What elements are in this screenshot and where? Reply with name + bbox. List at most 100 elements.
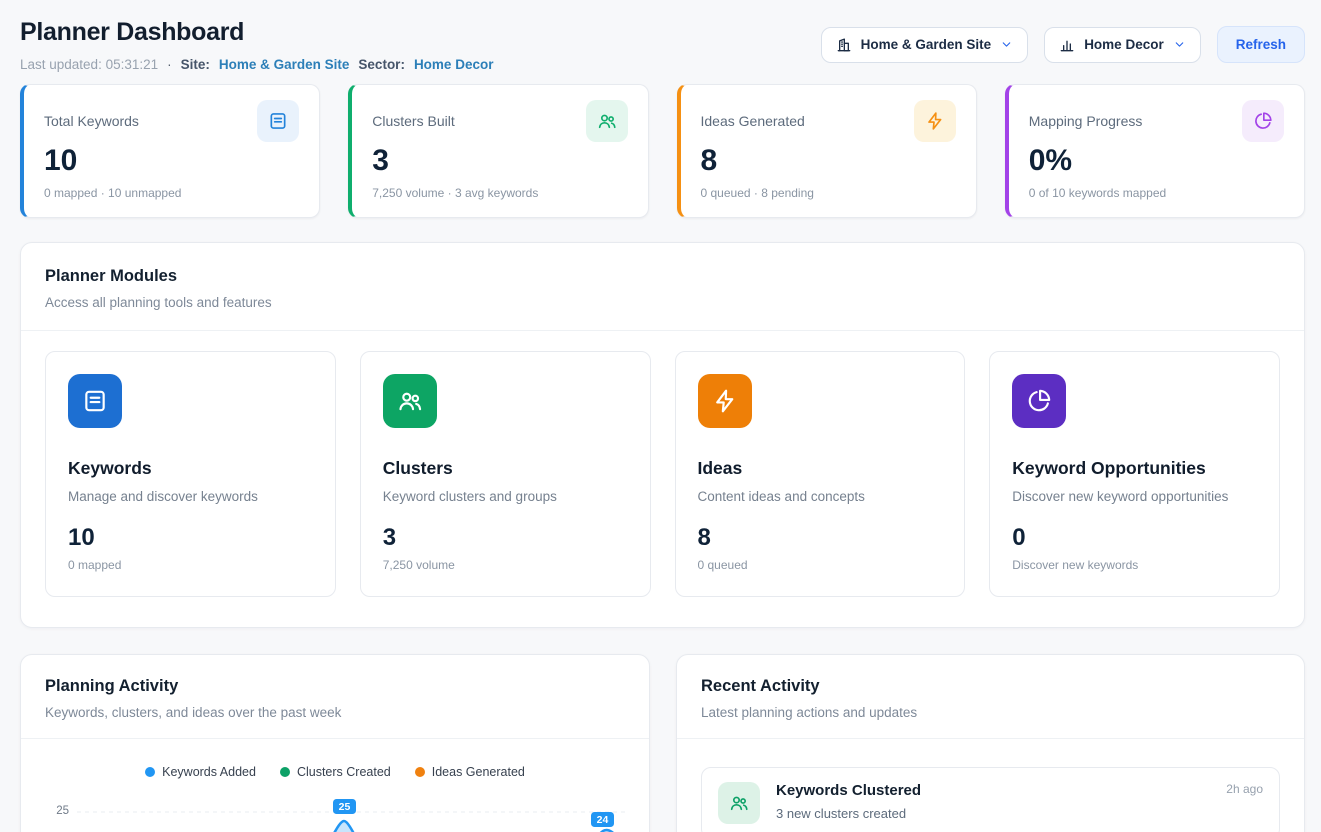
stat-label: Total Keywords xyxy=(44,113,139,129)
last-updated-text: Last updated: 05:31:21 xyxy=(20,57,158,72)
activity-item-description: 3 new clusters created xyxy=(776,806,1263,821)
module-description: Content ideas and concepts xyxy=(698,489,943,504)
lightning-icon xyxy=(698,374,752,428)
module-description: Keyword clusters and groups xyxy=(383,489,628,504)
legend-item-ideas-generated: Ideas Generated xyxy=(415,765,525,779)
module-title: Keywords xyxy=(68,458,313,479)
sector-link[interactable]: Home Decor xyxy=(414,57,494,72)
planning-activity-header: Planning Activity Keywords, clusters, an… xyxy=(21,655,649,739)
module-detail: Discover new keywords xyxy=(1012,558,1257,572)
module-detail: 7,250 volume xyxy=(383,558,628,572)
header-meta: Last updated: 05:31:21 · Site: Home & Ga… xyxy=(20,57,493,72)
stat-label: Clusters Built xyxy=(372,113,454,129)
svg-text:25: 25 xyxy=(339,801,351,813)
module-cards-grid: Keywords Manage and discover keywords 10… xyxy=(21,331,1304,627)
module-title: Clusters xyxy=(383,458,628,479)
file-text-icon xyxy=(68,374,122,428)
header-left: Planner Dashboard Last updated: 05:31:21… xyxy=(20,18,493,72)
stat-card-total-keywords: Total Keywords 10 0 mapped · 10 unmapped xyxy=(20,84,320,218)
point-label-badge: 24 xyxy=(591,812,614,827)
recent-activity-subtitle: Latest planning actions and updates xyxy=(701,705,1280,720)
sector-selector-label: Home Decor xyxy=(1084,37,1164,52)
module-card-ideas[interactable]: Ideas Content ideas and concepts 8 0 que… xyxy=(675,351,966,597)
area-line xyxy=(77,821,625,832)
site-selector-dropdown[interactable]: Home & Garden Site xyxy=(821,27,1029,63)
stat-value: 10 xyxy=(44,144,299,178)
module-card-clusters[interactable]: Clusters Keyword clusters and groups 3 7… xyxy=(360,351,651,597)
chevron-down-icon xyxy=(1000,38,1013,51)
planning-activity-title: Planning Activity xyxy=(45,677,625,696)
site-selector-label: Home & Garden Site xyxy=(861,37,992,52)
bar-chart-icon xyxy=(1059,37,1075,53)
users-icon xyxy=(586,100,628,142)
sector-label: Sector: xyxy=(358,57,405,72)
top-bar: Planner Dashboard Last updated: 05:31:21… xyxy=(20,18,1305,72)
stat-value: 3 xyxy=(372,144,627,178)
stat-card-header: Ideas Generated xyxy=(701,100,956,142)
chart-legend: Keywords Added Clusters Created Ideas Ge… xyxy=(45,765,625,779)
module-card-keywords[interactable]: Keywords Manage and discover keywords 10… xyxy=(45,351,336,597)
planning-activity-card: Planning Activity Keywords, clusters, an… xyxy=(20,654,650,832)
planner-dashboard-page: Planner Dashboard Last updated: 05:31:21… xyxy=(0,0,1321,832)
stat-card-header: Mapping Progress xyxy=(1029,100,1284,142)
planner-modules-header: Planner Modules Access all planning tool… xyxy=(21,243,1304,331)
stat-card-ideas-generated: Ideas Generated 8 0 queued · 8 pending xyxy=(677,84,977,218)
legend-label: Clusters Created xyxy=(297,765,391,779)
activity-item-body: Keywords Clustered 2h ago 3 new clusters… xyxy=(776,782,1263,824)
stat-label: Ideas Generated xyxy=(701,113,805,129)
module-value: 10 xyxy=(68,524,313,552)
planner-modules-panel: Planner Modules Access all planning tool… xyxy=(20,242,1305,628)
meta-separator: · xyxy=(167,57,172,72)
stat-cards-row: Total Keywords 10 0 mapped · 10 unmapped… xyxy=(20,84,1305,218)
pie-chart-icon xyxy=(1012,374,1066,428)
module-title: Ideas xyxy=(698,458,943,479)
area-chart-svg: 25 24 xyxy=(77,795,625,832)
recent-activity-list: Keywords Clustered 2h ago 3 new clusters… xyxy=(677,739,1304,832)
legend-label: Keywords Added xyxy=(162,765,256,779)
planning-activity-chart: 25 25 24 xyxy=(45,795,625,832)
refresh-button[interactable]: Refresh xyxy=(1217,26,1305,63)
recent-activity-card: Recent Activity Latest planning actions … xyxy=(676,654,1305,832)
sector-selector-dropdown[interactable]: Home Decor xyxy=(1044,27,1201,63)
lightning-icon xyxy=(914,100,956,142)
building-icon xyxy=(836,37,852,53)
legend-dot-green xyxy=(280,767,290,777)
stat-detail: 0 mapped · 10 unmapped xyxy=(44,186,299,200)
users-icon xyxy=(718,782,760,824)
activity-item-top: Keywords Clustered 2h ago xyxy=(776,782,1263,799)
legend-dot-blue xyxy=(145,767,155,777)
recent-activity-header: Recent Activity Latest planning actions … xyxy=(677,655,1304,739)
page-title: Planner Dashboard xyxy=(20,18,493,47)
module-value: 3 xyxy=(383,524,628,552)
pie-chart-icon xyxy=(1242,100,1284,142)
module-card-keyword-opportunities[interactable]: Keyword Opportunities Discover new keywo… xyxy=(989,351,1280,597)
stat-label: Mapping Progress xyxy=(1029,113,1143,129)
stat-value: 8 xyxy=(701,144,956,178)
legend-item-keywords-added: Keywords Added xyxy=(145,765,256,779)
module-detail: 0 mapped xyxy=(68,558,313,572)
recent-activity-title: Recent Activity xyxy=(701,677,1280,696)
module-detail: 0 queued xyxy=(698,558,943,572)
stat-card-clusters-built: Clusters Built 3 7,250 volume · 3 avg ke… xyxy=(348,84,648,218)
chevron-down-icon xyxy=(1173,38,1186,51)
bottom-row: Planning Activity Keywords, clusters, an… xyxy=(20,654,1305,832)
planning-activity-subtitle: Keywords, clusters, and ideas over the p… xyxy=(45,705,625,720)
planner-modules-subtitle: Access all planning tools and features xyxy=(45,295,1280,310)
site-link[interactable]: Home & Garden Site xyxy=(219,57,350,72)
stat-detail: 0 of 10 keywords mapped xyxy=(1029,186,1284,200)
users-icon xyxy=(383,374,437,428)
point-label-badge: 25 xyxy=(333,799,356,814)
stat-card-header: Total Keywords xyxy=(44,100,299,142)
activity-item-time: 2h ago xyxy=(1226,782,1263,796)
planning-activity-body: Keywords Added Clusters Created Ideas Ge… xyxy=(21,739,649,832)
svg-text:24: 24 xyxy=(597,814,609,826)
site-label: Site: xyxy=(181,57,210,72)
legend-item-clusters-created: Clusters Created xyxy=(280,765,391,779)
module-value: 0 xyxy=(1012,524,1257,552)
activity-item-keywords-clustered: Keywords Clustered 2h ago 3 new clusters… xyxy=(701,767,1280,832)
header-controls: Home & Garden Site Home Decor Refresh xyxy=(821,26,1305,63)
planner-modules-title: Planner Modules xyxy=(45,267,1280,286)
file-text-icon xyxy=(257,100,299,142)
stat-detail: 0 queued · 8 pending xyxy=(701,186,956,200)
module-value: 8 xyxy=(698,524,943,552)
